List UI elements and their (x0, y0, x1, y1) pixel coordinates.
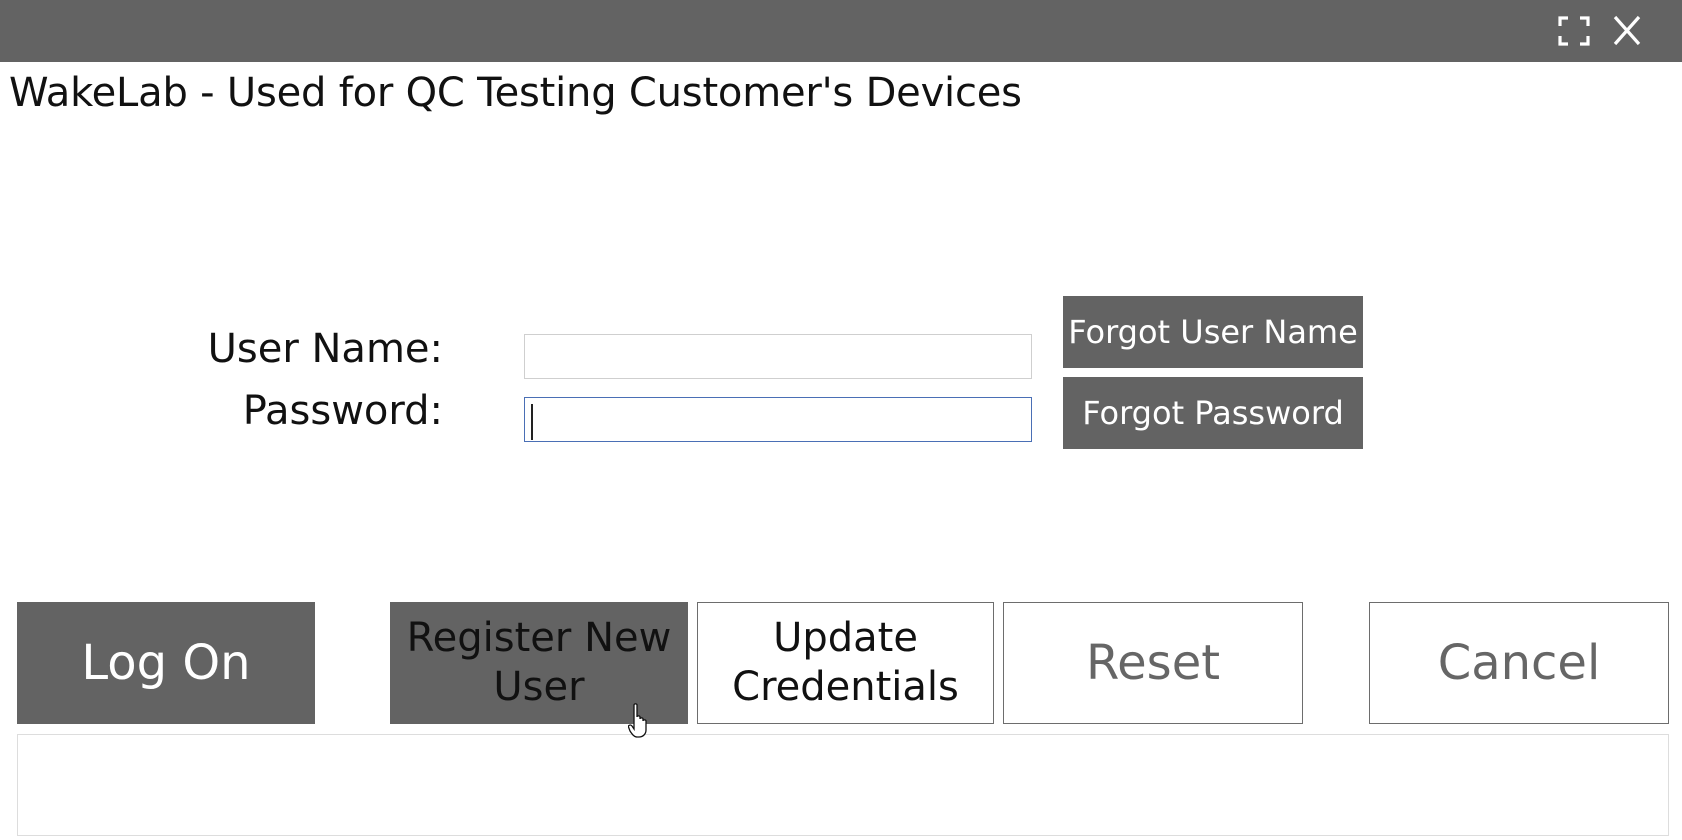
cancel-label: Cancel (1437, 634, 1601, 691)
password-input[interactable] (524, 397, 1032, 442)
log-on-label: Log On (81, 634, 251, 691)
app-title: WakeLab - Used for QC Testing Customer's… (9, 70, 1022, 116)
title-bar[interactable] (0, 0, 1682, 62)
forgot-password-button[interactable]: Forgot Password (1063, 377, 1363, 449)
username-label: User Name: (207, 326, 443, 372)
reset-button[interactable]: Reset (1003, 602, 1303, 724)
cancel-button[interactable]: Cancel (1369, 602, 1669, 724)
log-on-button[interactable]: Log On (17, 602, 315, 724)
register-new-user-label: Register New User (406, 615, 672, 710)
register-new-user-button[interactable]: Register New User (390, 602, 688, 724)
update-credentials-label: Update Credentials (732, 615, 959, 710)
forgot-password-label: Forgot Password (1082, 394, 1344, 432)
username-input[interactable] (524, 334, 1032, 379)
text-caret (531, 404, 533, 440)
update-credentials-button[interactable]: Update Credentials (697, 602, 994, 724)
close-icon[interactable] (1607, 12, 1647, 50)
password-label: Password: (242, 388, 443, 434)
message-box (17, 734, 1669, 836)
maximize-icon[interactable] (1554, 12, 1594, 50)
reset-label: Reset (1085, 634, 1221, 691)
forgot-username-button[interactable]: Forgot User Name (1063, 296, 1363, 368)
login-window: WakeLab - Used for QC Testing Customer's… (0, 0, 1682, 840)
forgot-username-label: Forgot User Name (1068, 313, 1358, 351)
